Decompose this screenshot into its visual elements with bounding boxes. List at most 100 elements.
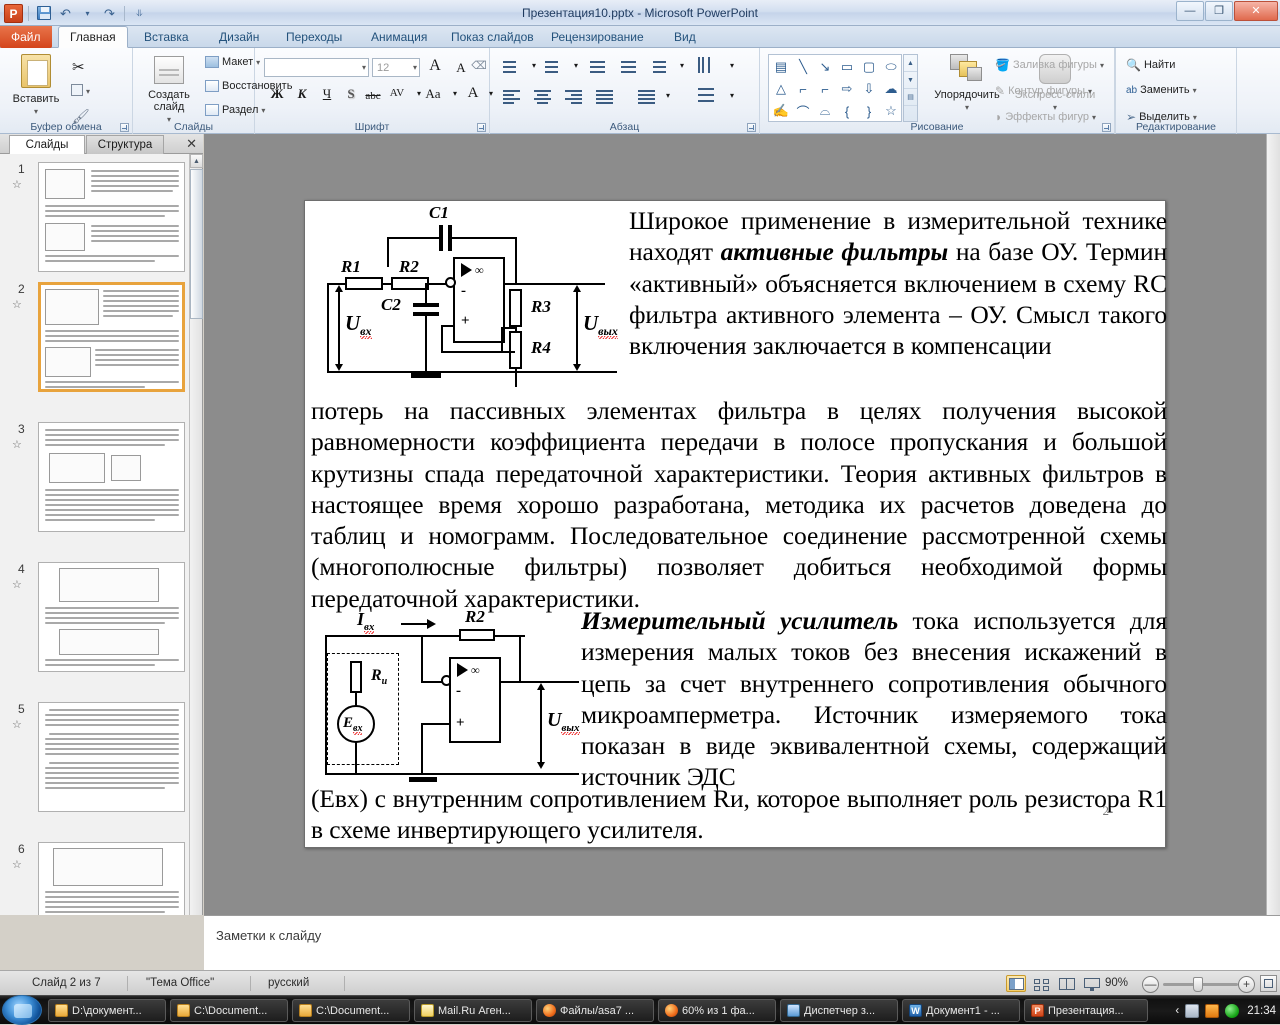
- paragraph-3[interactable]: Измерительный усилитель тока используетс…: [581, 605, 1167, 793]
- paragraph-dialog-launcher[interactable]: [747, 123, 756, 132]
- panel-tab-outline[interactable]: Структура: [86, 135, 164, 154]
- fit-to-window-icon[interactable]: [1260, 975, 1277, 992]
- chevron-down-icon[interactable]: ▾: [445, 84, 465, 104]
- taskbar-clock[interactable]: 21:34: [1247, 1005, 1276, 1017]
- close-icon[interactable]: ✕: [186, 136, 197, 152]
- character-spacing-button[interactable]: AV: [387, 83, 407, 103]
- show-hidden-icons-button[interactable]: ‹: [1175, 1005, 1179, 1017]
- thumbnail-image[interactable]: [38, 842, 185, 915]
- close-button[interactable]: ✕: [1234, 1, 1278, 21]
- taskbar-item-active[interactable]: P Презентация...: [1024, 999, 1148, 1022]
- shape-rounded-rect-icon[interactable]: ▢: [858, 56, 880, 78]
- theme-name[interactable]: "Тема Office": [136, 971, 224, 996]
- scroll-up-icon[interactable]: ▲: [190, 154, 203, 168]
- panel-scrollbar[interactable]: ▲: [189, 154, 203, 915]
- shape-arc-icon[interactable]: ⌓: [814, 100, 836, 122]
- chevron-down-icon[interactable]: ▾: [722, 56, 742, 76]
- font-color-button[interactable]: A: [463, 83, 483, 103]
- shapes-gallery-scrollbar[interactable]: ▲ ▼ ▤: [903, 54, 918, 122]
- numbering-button[interactable]: [542, 58, 563, 77]
- normal-view-button[interactable]: [1006, 975, 1026, 992]
- slide-sorter-button[interactable]: [1031, 975, 1051, 992]
- text-shadow-button[interactable]: S: [341, 84, 361, 104]
- slide-canvas[interactable]: C1 R1 R2 C2 ∞ - + R3 R4 Uвх Uвых Широкое…: [304, 200, 1167, 848]
- copy-button[interactable]: ▾: [71, 84, 90, 99]
- tab-review[interactable]: Рецензирование: [540, 26, 655, 48]
- shape-elbow-icon[interactable]: ⌐: [814, 78, 836, 100]
- slideshow-button[interactable]: [1081, 975, 1101, 992]
- bullets-button[interactable]: [500, 58, 521, 77]
- panel-tab-slides[interactable]: Слайды: [9, 135, 85, 154]
- taskbar-item[interactable]: C:\Document...: [170, 999, 288, 1022]
- shape-cloud-icon[interactable]: ☁: [880, 78, 902, 100]
- change-case-button[interactable]: Aa: [423, 84, 443, 104]
- paragraph-4[interactable]: (Евх) с внутренним сопротивлением Rи, ко…: [311, 783, 1167, 846]
- measuring-amplifier-circuit[interactable]: Iвх R2 ∞ - + Rи Eвх Uвых: [313, 605, 581, 785]
- text-direction-button[interactable]: [695, 56, 716, 75]
- align-left-button[interactable]: [500, 88, 521, 107]
- decrease-font-size-button[interactable]: A: [451, 58, 471, 78]
- underline-button[interactable]: Ч: [317, 84, 337, 104]
- thumbnail-image[interactable]: [38, 422, 185, 532]
- justify-button[interactable]: [593, 88, 614, 107]
- taskbar-item[interactable]: Диспетчер з...: [780, 999, 898, 1022]
- find-button[interactable]: 🔍 Найти: [1126, 58, 1175, 72]
- thumbnail-image-selected[interactable]: [38, 282, 185, 392]
- convert-to-smartart-button[interactable]: [695, 86, 716, 105]
- taskbar-item[interactable]: Mail.Ru Аген...: [414, 999, 532, 1022]
- shape-right-arrow-icon[interactable]: ⇨: [836, 78, 858, 100]
- new-slide-button[interactable]: Создать слайд ▾: [141, 56, 197, 125]
- paste-button[interactable]: Вставить ▾: [8, 54, 64, 117]
- tray-media-icon[interactable]: [1205, 1003, 1220, 1018]
- scroll-down-icon[interactable]: ▼: [904, 72, 917, 89]
- gallery-more-icon[interactable]: ▤: [904, 89, 917, 106]
- shapes-gallery[interactable]: ▤ ╲ ↘ ▭ ▢ ⬭ △ ⌐ ⌐ ⇨ ⇩ ☁ ✍ ⌒ ⌓ { } ☆: [768, 54, 902, 122]
- italic-button[interactable]: К: [292, 84, 312, 104]
- slide-counter[interactable]: Слайд 2 из 7: [22, 971, 111, 996]
- shape-oval-icon[interactable]: ⬭: [880, 56, 902, 78]
- notes-pane[interactable]: Заметки к слайду: [204, 915, 1280, 970]
- shape-connector-icon[interactable]: ⌐: [792, 78, 814, 100]
- taskbar-item[interactable]: Файлы/asa7 ...: [536, 999, 654, 1022]
- bold-button[interactable]: Ж: [267, 84, 287, 104]
- increase-font-size-button[interactable]: A: [425, 56, 445, 76]
- shape-line-icon[interactable]: ╲: [792, 56, 814, 78]
- thumbnail-image[interactable]: [38, 702, 185, 812]
- shape-effects-button[interactable]: ◗ Эффекты фигур ▾: [995, 110, 1096, 124]
- zoom-in-button[interactable]: +: [1238, 976, 1255, 993]
- line-spacing-button[interactable]: [650, 58, 671, 77]
- zoom-out-button[interactable]: —: [1142, 976, 1159, 993]
- tab-transitions[interactable]: Переходы: [275, 26, 353, 48]
- slide-scrollbar[interactable]: [1266, 134, 1280, 915]
- minimize-button[interactable]: —: [1176, 1, 1204, 21]
- scroll-up-icon[interactable]: ▲: [904, 55, 917, 72]
- taskbar-item[interactable]: C:\Document...: [292, 999, 410, 1022]
- shape-brace-icon[interactable]: {: [836, 100, 858, 122]
- font-dialog-launcher[interactable]: [477, 123, 486, 132]
- paragraph-1-top[interactable]: Широкое применение в измерительной техни…: [629, 205, 1167, 361]
- font-size-input[interactable]: 12 ▾: [372, 58, 420, 77]
- thumbnail-image[interactable]: [38, 162, 185, 272]
- active-filter-circuit[interactable]: C1 R1 R2 C2 ∞ - + R3 R4 Uвх Uвых: [305, 201, 618, 396]
- cut-button[interactable]: ✂: [72, 58, 85, 76]
- align-center-button[interactable]: [531, 88, 552, 107]
- shape-scribble-icon[interactable]: ✍: [770, 100, 792, 122]
- tab-home[interactable]: Главная: [58, 26, 128, 48]
- clear-formatting-icon[interactable]: ⌫: [469, 56, 489, 76]
- replace-button[interactable]: ab Заменить ▾: [1126, 84, 1197, 96]
- tab-animations[interactable]: Анимация: [360, 26, 438, 48]
- decrease-indent-button[interactable]: [587, 58, 608, 77]
- shape-rectangle-icon[interactable]: ▭: [836, 56, 858, 78]
- tray-document-icon[interactable]: [1185, 1003, 1200, 1018]
- thumbnail-image[interactable]: [38, 562, 185, 672]
- tab-file[interactable]: Файл: [0, 26, 52, 48]
- tab-view[interactable]: Вид: [663, 26, 707, 48]
- align-right-button[interactable]: [562, 88, 583, 107]
- zoom-level[interactable]: 90%: [1105, 971, 1128, 996]
- chevron-down-icon[interactable]: ▾: [672, 56, 692, 76]
- shape-fill-button[interactable]: 🪣 Заливка фигуры ▾: [995, 58, 1104, 72]
- shape-triangle-icon[interactable]: △: [770, 78, 792, 100]
- zoom-slider-knob[interactable]: [1193, 977, 1203, 992]
- chevron-down-icon[interactable]: ▾: [658, 86, 678, 106]
- font-name-input[interactable]: ▾: [264, 58, 369, 77]
